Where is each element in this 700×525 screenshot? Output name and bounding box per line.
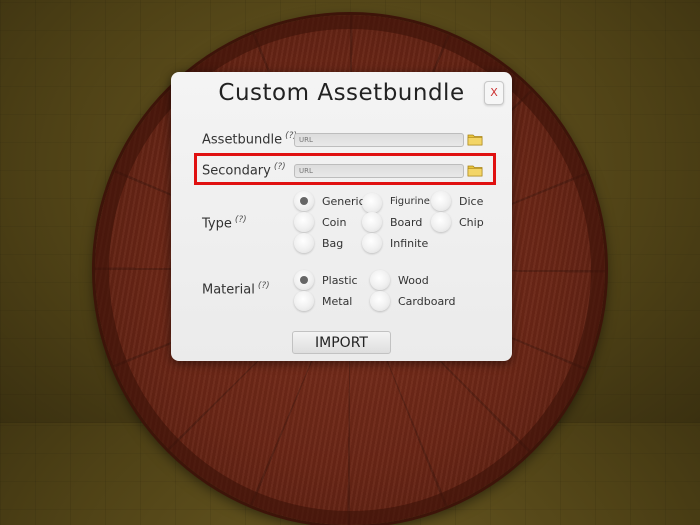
assetbundle-url-input[interactable]: URL (294, 133, 464, 147)
close-icon: X (490, 86, 498, 99)
material-option-plastic: Plastic (322, 274, 358, 287)
type-radio-figurine[interactable] (362, 193, 382, 213)
custom-assetbundle-dialog: Custom Assetbundle X Assetbundle (?) URL … (171, 72, 512, 361)
type-radio-dice[interactable] (431, 191, 451, 211)
type-option-chip: Chip (459, 216, 484, 229)
type-option-generic: Generic (322, 195, 365, 208)
type-label-text: Type (202, 216, 232, 232)
material-label-text: Material (202, 282, 255, 298)
material-radio-plastic[interactable] (294, 270, 314, 290)
assetbundle-url-placeholder: URL (299, 136, 313, 144)
material-help-icon[interactable]: (?) (258, 281, 270, 291)
material-radio-wood[interactable] (370, 270, 390, 290)
import-button[interactable]: IMPORT (292, 331, 391, 354)
material-radio-cardboard[interactable] (370, 291, 390, 311)
type-radio-chip[interactable] (431, 212, 451, 232)
secondary-row-highlight (194, 153, 496, 185)
type-radio-bag[interactable] (294, 233, 314, 253)
dialog-title: Custom Assetbundle (218, 80, 465, 106)
material-radio-metal[interactable] (294, 291, 314, 311)
type-radio-coin[interactable] (294, 212, 314, 232)
material-option-wood: Wood (398, 274, 429, 287)
type-label: Type (?) (202, 215, 247, 231)
material-option-cardboard: Cardboard (398, 295, 456, 308)
material-option-metal: Metal (322, 295, 353, 308)
folder-icon[interactable] (467, 132, 483, 146)
assetbundle-label: Assetbundle (?) (202, 131, 297, 147)
type-option-coin: Coin (322, 216, 347, 229)
type-option-figurine: Figurine (390, 196, 430, 207)
type-help-icon[interactable]: (?) (235, 215, 247, 225)
assetbundle-label-text: Assetbundle (202, 132, 283, 148)
type-radio-infinite[interactable] (362, 233, 382, 253)
type-option-bag: Bag (322, 237, 344, 250)
type-option-board: Board (390, 216, 423, 229)
type-radio-board[interactable] (362, 212, 382, 232)
close-button[interactable]: X (484, 81, 504, 105)
type-option-dice: Dice (459, 195, 484, 208)
type-radio-generic[interactable] (294, 191, 314, 211)
type-option-infinite: Infinite (390, 237, 429, 250)
material-label: Material (?) (202, 281, 270, 297)
